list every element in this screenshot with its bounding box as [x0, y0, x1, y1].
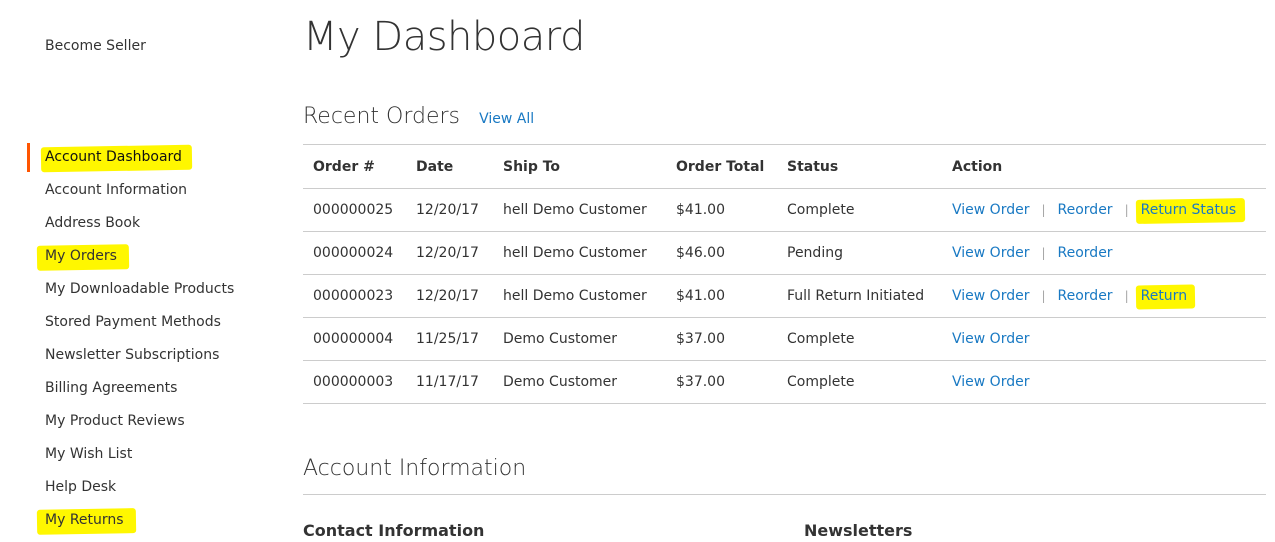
recent-orders-header: Recent Orders View All	[303, 104, 534, 129]
sidebar-item-my-product-reviews[interactable]: My Product Reviews	[0, 405, 280, 438]
table-header-row: Order # Date Ship To Order Total Status …	[303, 144, 1266, 189]
sidebar-item-address-book[interactable]: Address Book	[0, 207, 280, 240]
sidebar-item-label: Address Book	[45, 215, 141, 231]
order-status: Complete	[777, 317, 942, 361]
column-header-action: Action	[942, 144, 1266, 189]
action-separator: |	[1041, 246, 1046, 260]
column-header-order: Order #	[303, 144, 406, 189]
order-status: Complete	[777, 360, 942, 404]
order-status: Pending	[777, 231, 942, 275]
reorder-link[interactable]: Reorder	[1058, 202, 1113, 218]
section-divider	[303, 494, 1266, 495]
order-actions: View Order	[942, 317, 1266, 361]
action-separator: |	[1124, 203, 1129, 217]
view-order-link[interactable]: View Order	[952, 202, 1029, 218]
sidebar-item-label: Account Information	[45, 182, 188, 198]
view-all-link[interactable]: View All	[479, 111, 534, 127]
table-row: 000000003 11/17/17 Demo Customer $37.00 …	[303, 360, 1266, 404]
newsletters-title: Newsletters	[804, 521, 913, 540]
view-order-link[interactable]: View Order	[952, 331, 1029, 347]
order-number: 000000025	[303, 188, 406, 232]
order-date: 12/20/17	[406, 231, 493, 275]
order-number: 000000004	[303, 317, 406, 361]
sidebar-item-newsletter-subscriptions[interactable]: Newsletter Subscriptions	[0, 339, 280, 372]
sidebar-item-my-orders[interactable]: My Orders	[0, 240, 280, 273]
account-information-title: Account Information	[303, 456, 527, 481]
column-header-date: Date	[406, 144, 493, 189]
sidebar-item-label: Help Desk	[45, 479, 117, 495]
order-total: $41.00	[666, 188, 777, 232]
order-actions: View Order	[942, 360, 1266, 404]
table-row: 000000025 12/20/17 hell Demo Customer $4…	[303, 188, 1266, 232]
page: Become Seller Account Dashboard Account …	[0, 0, 1275, 542]
action-separator: |	[1041, 203, 1046, 217]
order-actions: View Order | Reorder	[942, 231, 1266, 275]
action-separator: |	[1041, 289, 1046, 303]
sidebar-item-label: Account Dashboard	[45, 149, 182, 165]
order-date: 11/25/17	[406, 317, 493, 361]
sidebar-item-my-returns[interactable]: My Returns	[0, 504, 280, 537]
sidebar-item-account-dashboard[interactable]: Account Dashboard	[0, 141, 280, 174]
view-order-link[interactable]: View Order	[952, 288, 1029, 304]
return-status-link[interactable]: Return Status	[1141, 202, 1237, 218]
account-nav: Account Dashboard Account Information Ad…	[0, 141, 280, 537]
sidebar-item-label: My Downloadable Products	[45, 281, 235, 297]
view-order-link[interactable]: View Order	[952, 374, 1029, 390]
order-total: $46.00	[666, 231, 777, 275]
view-order-link[interactable]: View Order	[952, 245, 1029, 261]
sidebar-item-billing-agreements[interactable]: Billing Agreements	[0, 372, 280, 405]
order-total: $37.00	[666, 317, 777, 361]
recent-orders-table: Order # Date Ship To Order Total Status …	[303, 144, 1266, 404]
main-content: My Dashboard Recent Orders View All Orde…	[303, 0, 1268, 542]
order-total: $37.00	[666, 360, 777, 404]
order-actions: View Order | Reorder | Return Status	[942, 188, 1266, 232]
order-total: $41.00	[666, 274, 777, 318]
column-header-order-total: Order Total	[666, 144, 777, 189]
order-ship-to: hell Demo Customer	[493, 188, 666, 232]
sidebar-item-account-information[interactable]: Account Information	[0, 174, 280, 207]
order-ship-to: hell Demo Customer	[493, 231, 666, 275]
order-ship-to: Demo Customer	[493, 360, 666, 404]
order-date: 12/20/17	[406, 274, 493, 318]
table-row: 000000024 12/20/17 hell Demo Customer $4…	[303, 231, 1266, 275]
sidebar-item-label: Newsletter Subscriptions	[45, 347, 220, 363]
order-status: Complete	[777, 188, 942, 232]
order-date: 11/17/17	[406, 360, 493, 404]
contact-information-title: Contact Information	[303, 521, 485, 540]
sidebar-item-label: My Returns	[45, 512, 124, 528]
action-separator: |	[1124, 289, 1129, 303]
order-date: 12/20/17	[406, 188, 493, 232]
sidebar-item-my-wish-list[interactable]: My Wish List	[0, 438, 280, 471]
table-row: 000000004 11/25/17 Demo Customer $37.00 …	[303, 317, 1266, 361]
order-status: Full Return Initiated	[777, 274, 942, 318]
order-number: 000000023	[303, 274, 406, 318]
become-seller-link[interactable]: Become Seller	[45, 38, 146, 54]
reorder-link[interactable]: Reorder	[1058, 288, 1113, 304]
reorder-link[interactable]: Reorder	[1058, 245, 1113, 261]
page-title: My Dashboard	[303, 14, 585, 60]
order-ship-to: Demo Customer	[493, 317, 666, 361]
table-row: 000000023 12/20/17 hell Demo Customer $4…	[303, 274, 1266, 318]
column-header-ship-to: Ship To	[493, 144, 666, 189]
order-number: 000000024	[303, 231, 406, 275]
sidebar: Become Seller Account Dashboard Account …	[0, 0, 280, 542]
sidebar-item-my-downloadable-products[interactable]: My Downloadable Products	[0, 273, 280, 306]
order-number: 000000003	[303, 360, 406, 404]
sidebar-item-label: My Wish List	[45, 446, 133, 462]
sidebar-item-label: My Product Reviews	[45, 413, 185, 429]
sidebar-item-label: My Orders	[45, 248, 117, 264]
sidebar-item-label: Stored Payment Methods	[45, 314, 221, 330]
column-header-status: Status	[777, 144, 942, 189]
order-ship-to: hell Demo Customer	[493, 274, 666, 318]
order-actions: View Order | Reorder | Return	[942, 274, 1266, 318]
sidebar-item-label: Billing Agreements	[45, 380, 178, 396]
sidebar-item-stored-payment-methods[interactable]: Stored Payment Methods	[0, 306, 280, 339]
recent-orders-title: Recent Orders	[303, 104, 461, 129]
sidebar-item-help-desk[interactable]: Help Desk	[0, 471, 280, 504]
return-link[interactable]: Return	[1141, 288, 1187, 304]
